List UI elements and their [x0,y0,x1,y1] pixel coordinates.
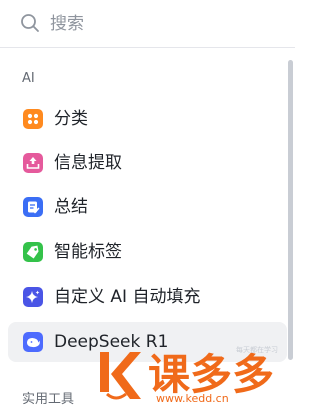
search-input[interactable] [48,9,272,39]
menu-item-label: 自定义 AI 自动填充 [54,287,201,307]
scrollbar[interactable] [288,60,293,360]
svg-text:每天都在学习: 每天都在学习 [236,345,278,354]
tray-upload-icon [23,153,43,173]
menu-item-info-extract[interactable]: 信息提取 [8,143,287,183]
whale-icon [23,332,43,352]
menu-item-label: 信息提取 [54,153,122,173]
watermark-logo: 课多多 www.kedd.cn 每天都在学习 [96,344,295,406]
menu-item-custom-ai-autofill[interactable]: 自定义 AI 自动填充 [8,277,287,317]
section-label-utilities: 实用工具 [22,392,75,407]
section-label-ai: AI [22,71,35,86]
tag-icon [23,242,43,262]
document-edit-icon [23,197,43,217]
search-bar[interactable] [0,0,295,48]
grid-dots-icon [23,109,43,129]
menu-item-label: 智能标签 [54,242,122,262]
menu-item-classify[interactable]: 分类 [8,99,287,139]
menu-item-summary[interactable]: 总结 [8,187,287,227]
sparkle-icon [23,287,43,307]
menu-item-label: 分类 [54,109,88,129]
search-icon [20,13,40,33]
menu-item-smart-tags[interactable]: 智能标签 [8,232,287,272]
menu-item-label: 总结 [54,197,88,217]
svg-text:www.kedd.cn: www.kedd.cn [156,392,229,405]
